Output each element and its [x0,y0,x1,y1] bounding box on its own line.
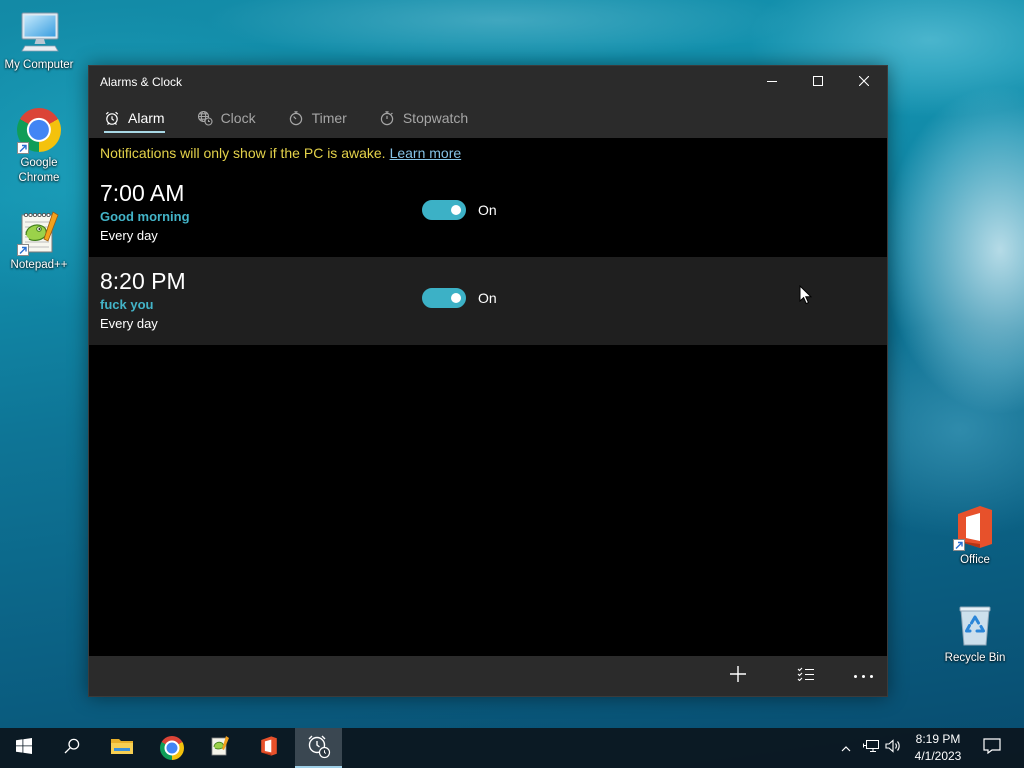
desktop-icon-label: Recycle Bin [944,652,1006,664]
tab-bar: Alarm Clock Timer Stopwatch [89,98,887,138]
notepad-plus-plus-icon [15,208,63,256]
command-bar [89,656,887,696]
computer-icon [15,8,63,56]
more-options-button[interactable] [839,656,887,696]
volume-button[interactable] [882,728,904,768]
minimize-button[interactable] [749,66,795,98]
alarm-toggle[interactable] [422,288,466,308]
alarms-clock-icon [306,733,332,764]
taskbar-office[interactable] [245,728,293,768]
world-clock-icon [197,110,213,126]
alarm-repeat: Every day [100,316,158,331]
desktop-icon-recycle-bin[interactable]: Recycle Bin [936,601,1014,666]
shortcut-arrow-icon [17,244,29,256]
add-alarm-button[interactable] [714,656,762,696]
alarm-time: 8:20 PM [100,268,186,294]
shortcut-arrow-icon [17,142,29,154]
office-icon [258,735,280,762]
more-icon [853,674,873,678]
maximize-icon [813,73,823,91]
toggle-knob [451,293,461,303]
alarm-toggle-state: On [478,290,497,306]
add-icon [729,665,747,688]
close-icon [858,73,870,91]
clock-date: 4/1/2023 [914,749,962,763]
desktop-icon-notepad-plus-plus[interactable]: Notepad++ [0,208,78,273]
tab-label: Alarm [128,110,165,126]
search-button[interactable] [48,728,96,768]
learn-more-link[interactable]: Learn more [390,145,462,161]
mouse-cursor-icon [799,284,813,305]
select-alarms-icon [797,667,815,686]
tab-label: Clock [220,110,256,126]
windows-start-icon [16,737,32,759]
start-button[interactable] [0,728,48,768]
minimize-icon [767,73,777,91]
desktop-icon-my-computer[interactable]: My Computer [0,8,78,73]
taskbar: 8:19 PM 4/1/2023 [0,728,1024,768]
alarm-icon [104,110,120,126]
title-bar[interactable]: Alarms & Clock [89,66,887,98]
alarm-item[interactable]: 8:20 PM fuck you Every day On [89,257,887,345]
notification-center-icon [983,737,1001,759]
taskbar-file-explorer[interactable] [98,728,146,768]
maximize-button[interactable] [795,66,841,98]
search-icon [64,738,80,759]
clock-time: 8:19 PM [915,732,961,746]
alarms-clock-window: Alarms & Clock Alarm Clock Timer Stopwat… [88,65,888,697]
tab-alarm[interactable]: Alarm [104,98,165,138]
chevron-up-icon [841,739,851,757]
tab-timer[interactable]: Timer [288,98,347,138]
desktop-icon-label: Notepad++ [10,259,68,271]
timer-icon [288,110,304,126]
alarm-toggle[interactable] [422,200,466,220]
tab-stopwatch[interactable]: Stopwatch [379,98,468,138]
chrome-icon [15,106,63,154]
tab-label: Timer [311,110,347,126]
recycle-bin-icon [951,601,999,649]
desktop-icon-label: Google Chrome [18,157,60,184]
volume-icon [885,738,901,758]
office-icon [951,503,999,551]
taskbar-notepad-plus-plus[interactable] [196,728,244,768]
select-alarms-button[interactable] [782,656,830,696]
alarm-time: 7:00 AM [100,180,185,206]
network-button[interactable] [860,728,882,768]
alarm-toggle-state: On [478,202,497,218]
show-hidden-icons-button[interactable] [834,728,858,768]
tab-label: Stopwatch [402,110,469,126]
tab-clock[interactable]: Clock [197,98,256,138]
notification-center-button[interactable] [972,728,1012,768]
desktop-icon-google-chrome[interactable]: Google Chrome [0,106,78,186]
taskbar-clock[interactable]: 8:19 PM 4/1/2023 [906,728,970,768]
notification-banner: Notifications will only show if the PC i… [89,138,887,169]
alarm-item[interactable]: 7:00 AM Good morning Every day On [89,169,887,257]
desktop-icon-label: Office [960,554,990,566]
desktop-icon-label: My Computer [4,59,74,71]
notepad-plus-plus-icon [209,735,231,762]
alarm-repeat: Every day [100,228,158,243]
chrome-icon [160,736,184,760]
desktop-icon-office[interactable]: Office [936,503,1014,568]
alarm-name: Good morning [100,209,190,224]
network-icon [863,739,879,758]
toggle-knob [451,205,461,215]
close-button[interactable] [841,66,887,98]
file-explorer-icon [110,736,134,761]
window-title: Alarms & Clock [100,75,183,89]
stopwatch-icon [379,110,395,126]
shortcut-arrow-icon [953,539,965,551]
notification-text: Notifications will only show if the PC i… [100,145,386,161]
taskbar-alarms-clock[interactable] [295,728,342,768]
taskbar-chrome[interactable] [148,728,196,768]
alarm-name: fuck you [100,297,154,312]
